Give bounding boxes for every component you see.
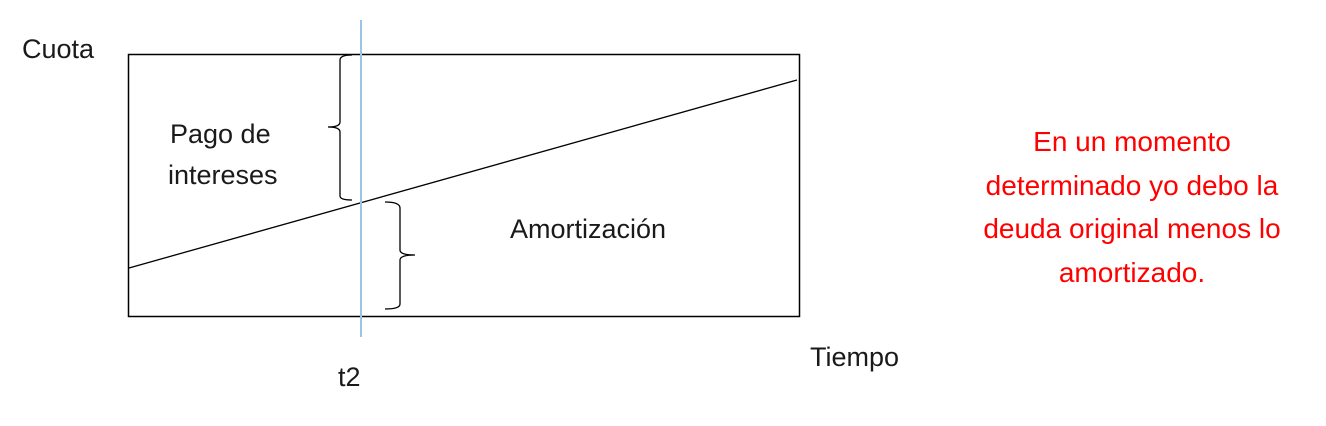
amortization-brace (384, 201, 416, 310)
x-axis-label: Tiempo (810, 342, 900, 372)
explanatory-note: En un momento determinado yo debo la deu… (940, 120, 1324, 294)
note-line: amortizado. (1058, 256, 1206, 288)
note-line: deuda original menos lo (983, 213, 1281, 244)
interest-label-line1: Pago de (170, 119, 271, 149)
t2-label: t2 (338, 362, 361, 392)
note-line: En un momento (1033, 126, 1231, 157)
interest-label-line2: intereses (168, 160, 278, 190)
amortization-label: Amortización (510, 214, 667, 244)
note-line: determinado yo debo la (985, 169, 1279, 201)
interest-brace (327, 54, 353, 201)
y-axis-label: Cuota (22, 34, 95, 64)
